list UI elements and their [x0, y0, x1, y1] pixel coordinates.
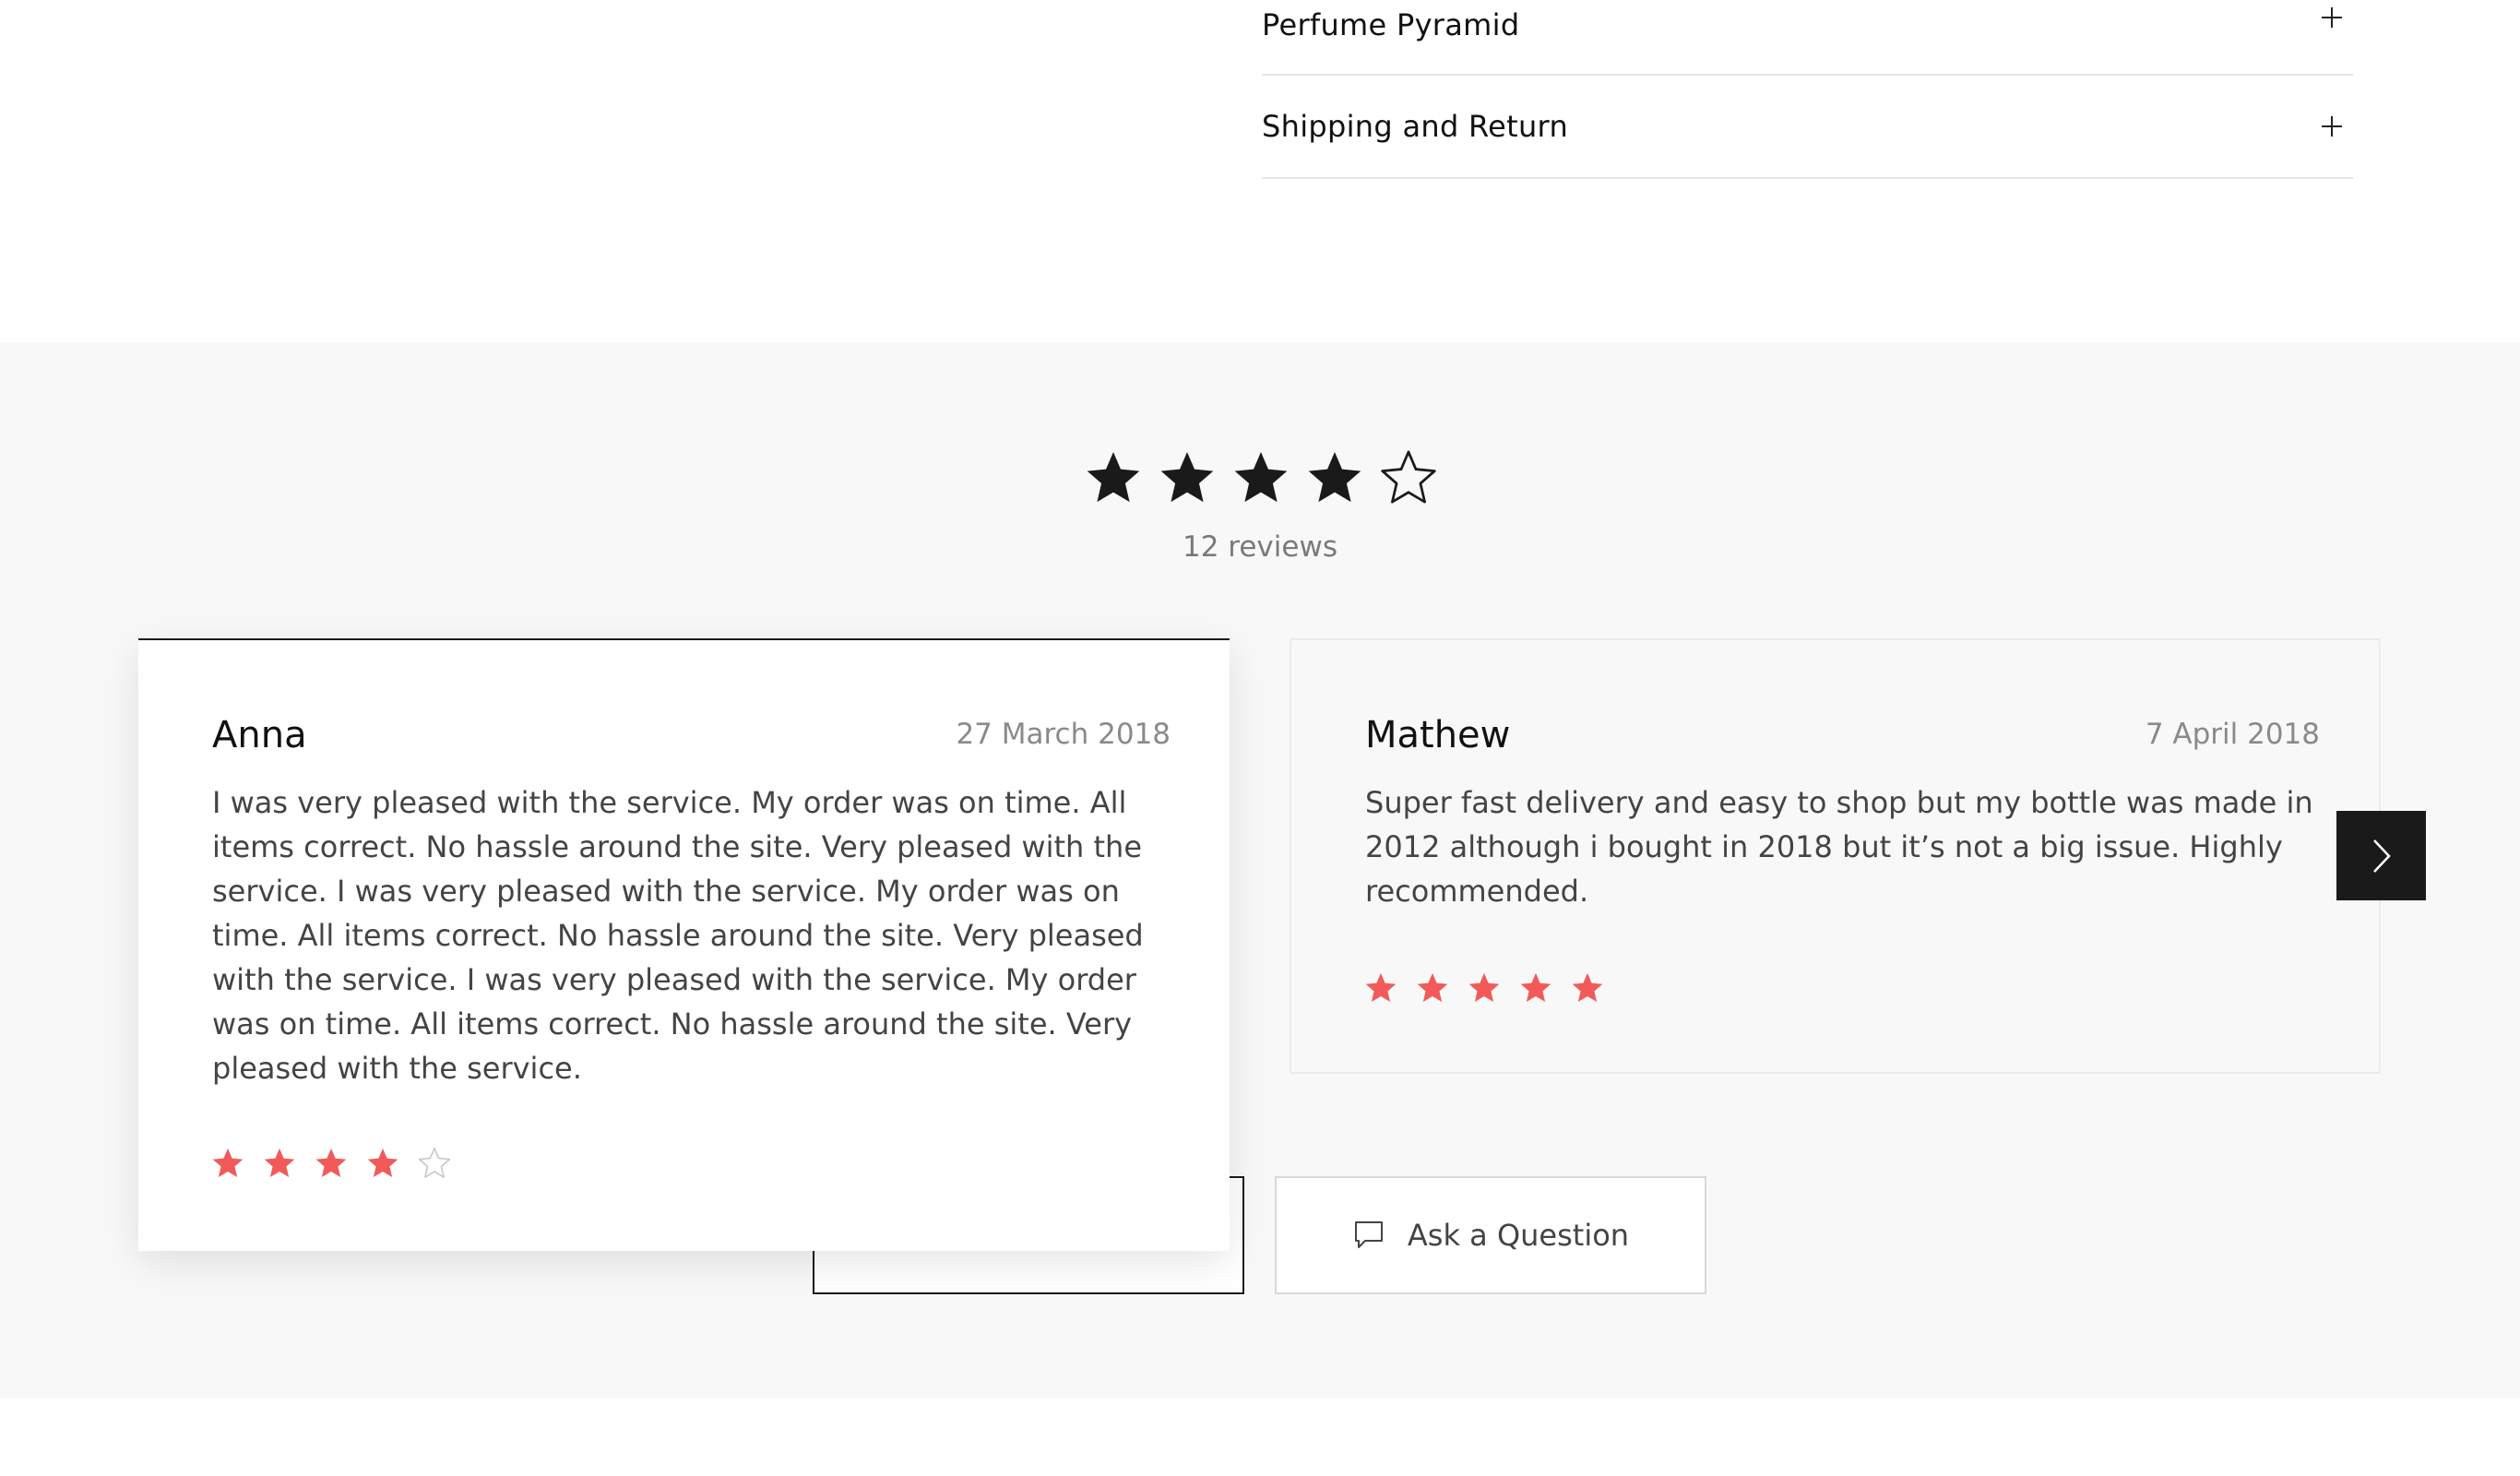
star-filled-icon	[1468, 972, 1500, 1003]
review-date: 7 April 2018	[2145, 718, 2320, 751]
average-rating-stars	[1083, 447, 1439, 508]
star-filled-icon	[367, 1148, 398, 1178]
review-card[interactable]: Anna 27 March 2018 I was very pleased wi…	[138, 638, 1230, 1251]
accordion-label: Perfume Pyramid	[1262, 7, 1520, 42]
ask-question-button[interactable]: Ask a Question	[1275, 1176, 1706, 1294]
star-filled-icon	[1417, 972, 1448, 1003]
reviews-section: 12 reviews Anna 27 March 2018 I was very…	[0, 342, 2520, 1399]
next-review-button[interactable]	[2336, 811, 2426, 900]
plus-icon[interactable]	[2322, 7, 2342, 28]
accordion-item-perfume-pyramid[interactable]: Perfume Pyramid	[1262, 0, 2353, 76]
review-rating-stars	[1363, 970, 1605, 1006]
star-filled-icon	[1087, 451, 1140, 503]
review-rating-stars	[210, 1146, 452, 1181]
plus-icon[interactable]	[2322, 116, 2342, 137]
review-count: 12 reviews	[1183, 530, 1337, 564]
review-text: Super fast delivery and easy to shop but…	[1365, 785, 2313, 909]
star-filled-icon	[1365, 972, 1397, 1003]
star-filled-icon	[1308, 451, 1361, 503]
review-date: 27 March 2018	[956, 718, 1171, 751]
product-details-accordion: Perfume Pyramid Shipping and Return	[1262, 0, 2353, 179]
accordion-item-shipping-and-return[interactable]: Shipping and Return	[1262, 76, 2353, 179]
star-filled-icon	[315, 1148, 347, 1178]
star-filled-icon	[1520, 972, 1551, 1003]
review-text: I was very pleased with the service. My …	[212, 785, 1144, 1086]
reviewer-name: Mathew	[1365, 714, 1511, 756]
star-filled-icon	[212, 1148, 244, 1178]
star-filled-icon	[1572, 972, 1603, 1003]
star-filled-icon	[1234, 451, 1288, 503]
star-empty-icon	[418, 1148, 451, 1178]
review-card[interactable]: Mathew 7 April 2018 Super fast delivery …	[1290, 638, 2381, 1074]
star-filled-icon	[1160, 451, 1214, 503]
speech-bubble-icon	[1354, 1221, 1383, 1248]
accordion-label: Shipping and Return	[1262, 109, 1569, 144]
ask-question-label: Ask a Question	[1407, 1218, 1630, 1253]
star-filled-icon	[264, 1148, 295, 1178]
chevron-right-icon	[2372, 839, 2391, 873]
reviewer-name: Anna	[212, 714, 307, 756]
star-empty-icon	[1381, 450, 1436, 504]
